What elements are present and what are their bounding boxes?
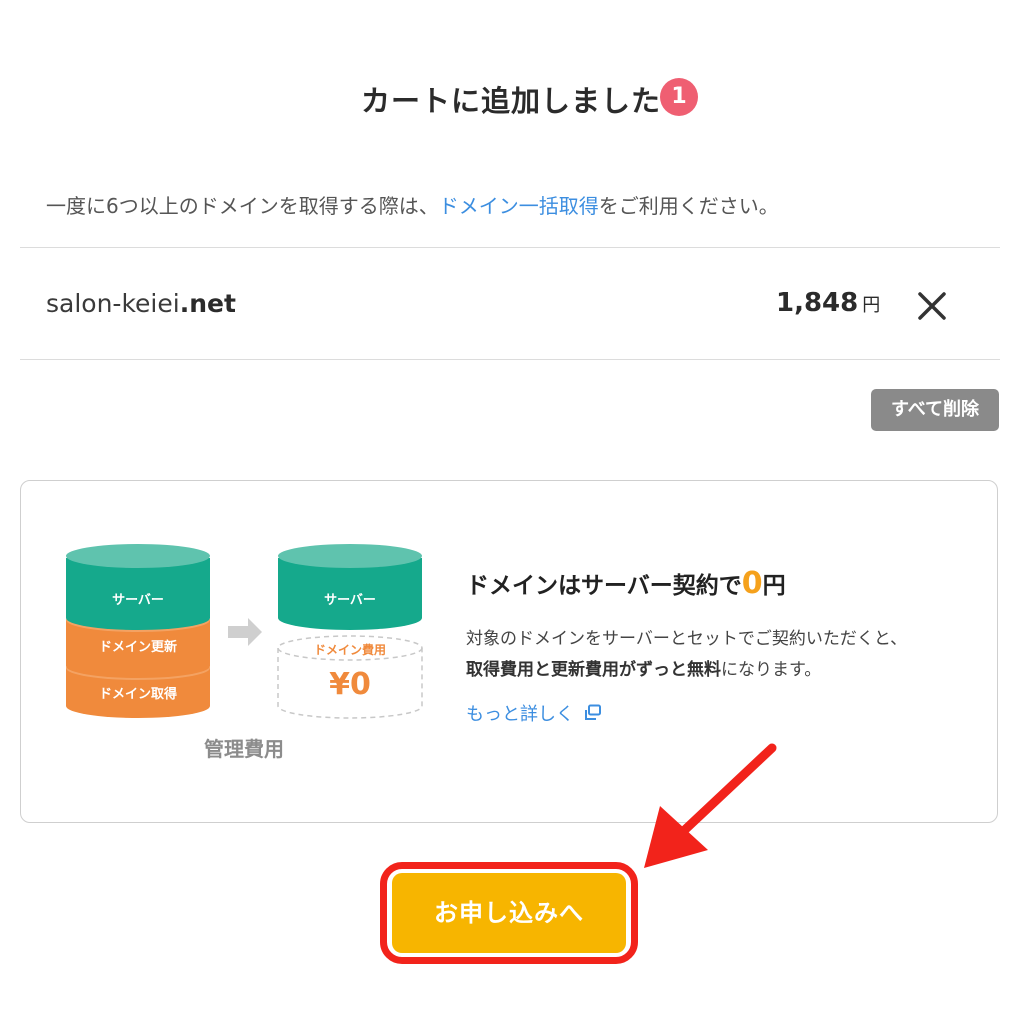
promo-title-before: ドメインはサーバー契約で [466, 573, 742, 599]
left-acquire-label: ドメイン取得 [99, 686, 177, 702]
domain-name: salon-keiei [46, 289, 180, 318]
promo-line2-bold: 取得費用と更新費用がずっと無料 [466, 660, 721, 680]
right-server-label: サーバー [324, 593, 376, 608]
bulk-notice: 一度に6つ以上のドメインを取得する際は、ドメイン一括取得をご利用ください。 [46, 190, 779, 219]
dialog-title: カートに追加しました [360, 84, 661, 118]
arrow-right-icon [228, 618, 262, 646]
cart-item-domain: salon-keiei.net [46, 289, 236, 318]
annotation-arrow-icon [644, 743, 777, 868]
remove-item-button[interactable] [912, 286, 952, 326]
more-details-label: もっと詳しく [466, 704, 574, 725]
left-server-label: サーバー [112, 593, 164, 608]
apply-button[interactable]: お申し込みへ [392, 873, 626, 953]
notice-text-before: 一度に6つ以上のドメインを取得する際は、 [46, 194, 439, 218]
domain-tld: .net [179, 289, 236, 318]
right-domain-fee-label: ドメイン費用 [314, 642, 386, 657]
bulk-acquire-link[interactable]: ドメイン一括取得 [439, 194, 599, 218]
promo-title: ドメインはサーバー契約で0円 [466, 566, 786, 601]
cart-item-price: 1,848 円 [776, 288, 880, 318]
right-zero-amount: ¥0 [329, 667, 371, 702]
notice-text-after: をご利用ください。 [598, 194, 779, 218]
left-server-segment [66, 544, 210, 630]
promo-line2-rest: になります。 [721, 660, 822, 680]
promo-title-zero: 0 [741, 566, 763, 601]
remove-all-button[interactable]: すべて削除 [871, 389, 999, 431]
external-link-icon [584, 704, 601, 720]
divider-top [20, 247, 1000, 248]
promo-title-after: 円 [762, 573, 786, 599]
promo-line1: 対象のドメインをサーバーとセットでご契約いただくと、 [466, 629, 908, 649]
right-server-segment [278, 544, 422, 630]
left-renew-label: ドメイン更新 [99, 639, 177, 655]
close-icon [918, 292, 946, 320]
price-currency: 円 [862, 295, 881, 316]
illustration-caption: 管理費用 [204, 737, 284, 761]
more-details-link[interactable]: もっと詳しく [466, 700, 602, 726]
cart-count-badge: 1 [660, 78, 698, 116]
price-value: 1,848 [776, 288, 859, 318]
divider-bottom [20, 359, 1000, 360]
promo-description: 対象のドメインをサーバーとセットでご契約いただくと、 取得費用と更新費用がずっと… [466, 624, 907, 686]
promo-line2: 取得費用と更新費用がずっと無料になります。 [466, 655, 907, 686]
promo-illustration: サーバー ドメイン更新 ドメイン取得 サーバー ドメイン費用 ¥0 管理費用 [66, 544, 423, 761]
